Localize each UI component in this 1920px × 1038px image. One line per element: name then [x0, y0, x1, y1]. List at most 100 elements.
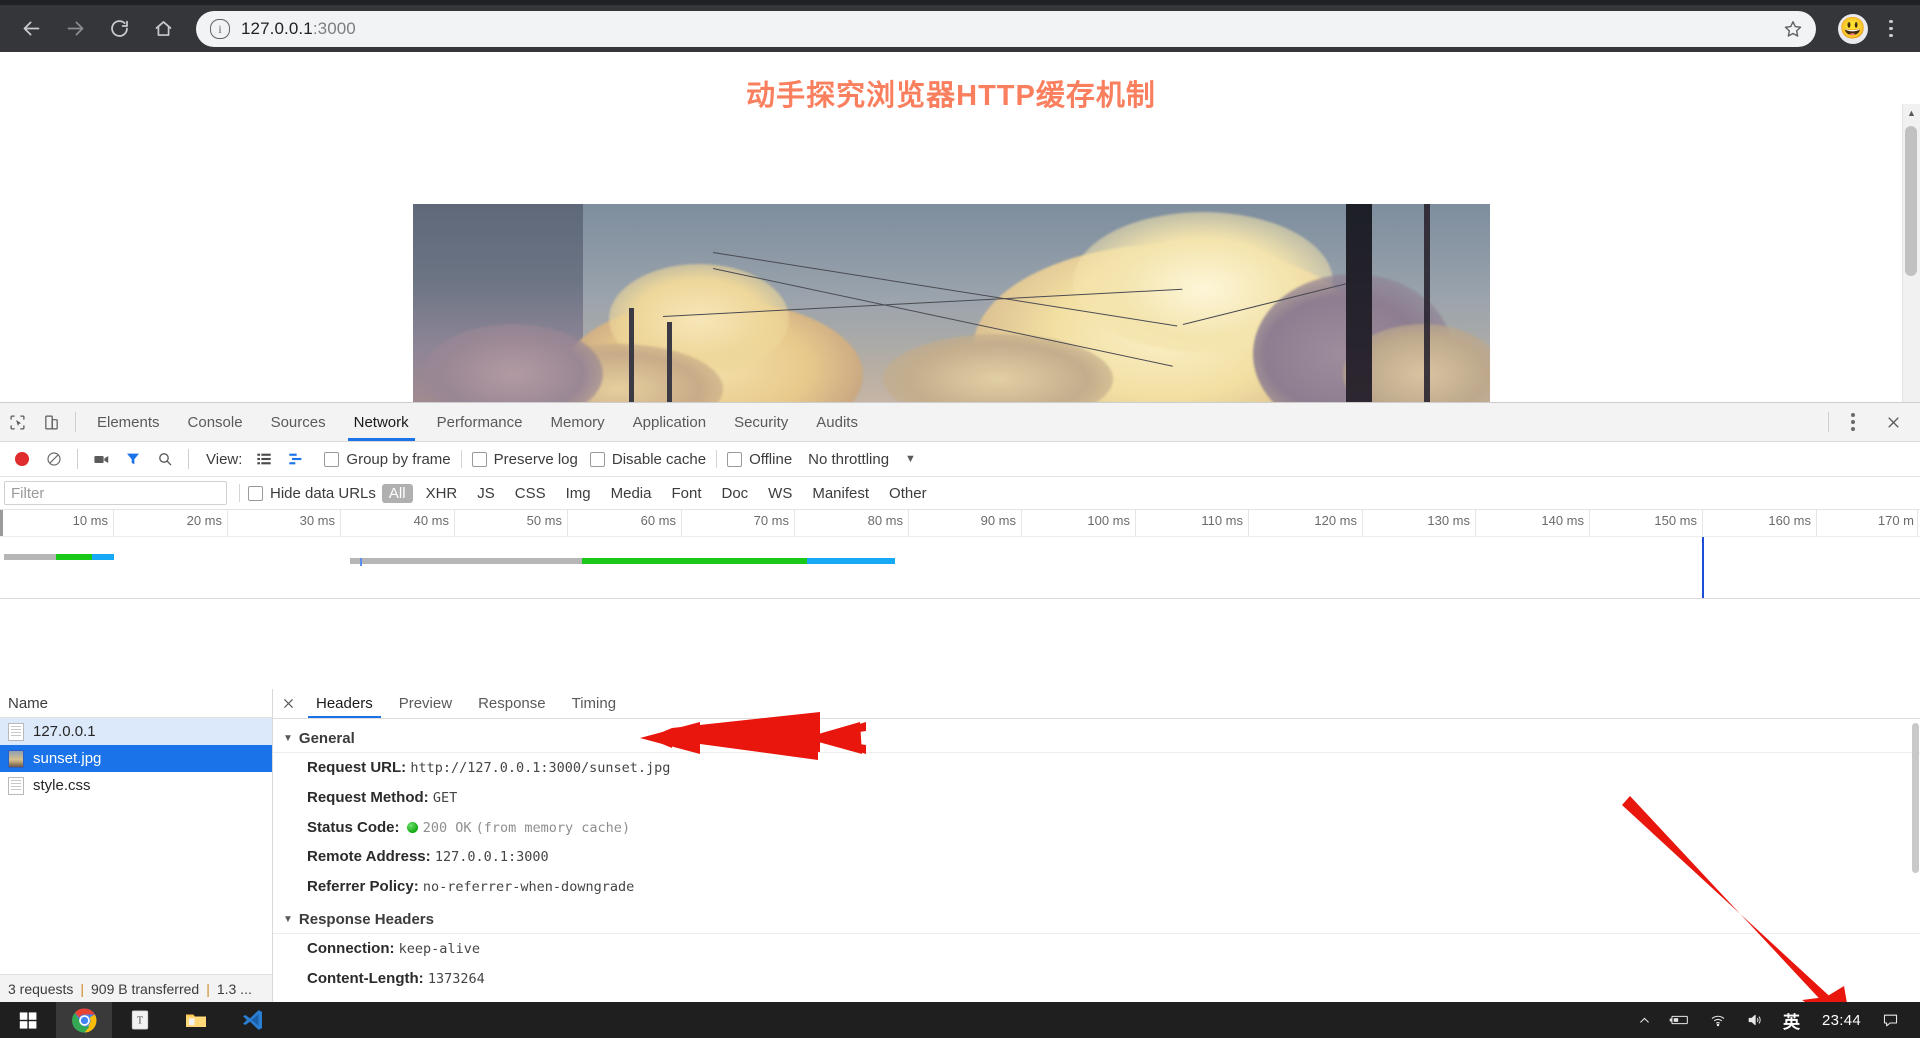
- profile-avatar-icon[interactable]: 😃: [1838, 13, 1868, 44]
- type-filter-css[interactable]: CSS: [508, 484, 553, 503]
- preserve-log-box[interactable]: [471, 451, 487, 467]
- home-icon[interactable]: [144, 10, 182, 48]
- group-by-frame-checkbox[interactable]: Group by frame: [324, 451, 451, 468]
- taskbar-chrome[interactable]: [56, 1002, 112, 1038]
- hide-data-urls-box[interactable]: [248, 485, 263, 501]
- type-filter-other[interactable]: Other: [882, 484, 934, 503]
- type-filter-doc[interactable]: Doc: [714, 484, 755, 503]
- network-filter-bar: Filter Hide data URLs All XHR JS CSS Img…: [0, 477, 1920, 510]
- tab-elements[interactable]: Elements: [83, 404, 174, 441]
- detail-tab-preview[interactable]: Preview: [386, 689, 465, 718]
- tab-sources[interactable]: Sources: [257, 404, 340, 441]
- section-response-headers[interactable]: ▼ Response Headers: [273, 906, 1920, 934]
- type-filter-ws[interactable]: WS: [761, 484, 799, 503]
- hide-data-urls-checkbox[interactable]: Hide data URLs: [248, 485, 376, 502]
- header-key: Content-Length:: [307, 969, 424, 987]
- inspect-element-icon[interactable]: [0, 405, 34, 439]
- request-row-127[interactable]: 127.0.0.1: [0, 718, 272, 745]
- page-title: 动手探究浏览器HTTP缓存机制: [746, 80, 1156, 112]
- header-row-request-method: Request Method: GET: [273, 783, 1920, 813]
- search-icon[interactable]: [149, 444, 181, 474]
- disable-cache-box[interactable]: [589, 451, 605, 467]
- type-filter-xhr[interactable]: XHR: [419, 484, 465, 503]
- request-detail-tabs: Headers Preview Response Timing: [273, 689, 1920, 719]
- detail-tab-timing[interactable]: Timing: [559, 689, 629, 718]
- tab-console[interactable]: Console: [174, 404, 257, 441]
- list-view-icon[interactable]: [248, 444, 280, 474]
- disable-cache-checkbox[interactable]: Disable cache: [589, 451, 706, 468]
- header-value[interactable]: http://127.0.0.1:3000/sunset.jpg: [410, 760, 670, 776]
- section-response-headers-title: Response Headers: [298, 910, 434, 928]
- taskbar-typora[interactable]: T: [112, 1002, 168, 1038]
- clear-network-log-icon[interactable]: [38, 444, 70, 474]
- section-general[interactable]: ▼ General: [273, 725, 1920, 753]
- offline-checkbox[interactable]: Offline: [727, 451, 792, 468]
- devtools-more-icon[interactable]: [1836, 403, 1870, 441]
- type-filter-manifest[interactable]: Manifest: [805, 484, 876, 503]
- close-detail-icon[interactable]: [273, 690, 303, 718]
- throttling-select[interactable]: No throttling: [808, 451, 889, 468]
- offline-box[interactable]: [727, 451, 743, 467]
- type-filter-all[interactable]: All: [381, 483, 413, 503]
- tab-application[interactable]: Application: [619, 404, 720, 441]
- devtools-close-icon[interactable]: [1876, 405, 1910, 439]
- request-row-sunset[interactable]: sunset.jpg: [0, 745, 272, 772]
- preserve-log-checkbox[interactable]: Preserve log: [471, 451, 578, 468]
- type-filter-media[interactable]: Media: [604, 484, 659, 503]
- page-scrollbar-thumb[interactable]: [1905, 126, 1917, 276]
- reload-icon[interactable]: [100, 10, 138, 48]
- request-list-header[interactable]: Name: [0, 689, 272, 718]
- battery-icon[interactable]: [1660, 1002, 1700, 1038]
- volume-icon[interactable]: [1736, 1002, 1773, 1038]
- status-ok-dot-icon: [406, 821, 418, 833]
- tab-security[interactable]: Security: [720, 404, 802, 441]
- wifi-icon[interactable]: [1700, 1002, 1736, 1038]
- scroll-up-arrow-icon[interactable]: ▲: [1903, 104, 1920, 121]
- collapse-triangle-icon[interactable]: ▼: [283, 733, 293, 744]
- device-toolbar-icon[interactable]: [34, 405, 68, 439]
- tab-performance[interactable]: Performance: [423, 404, 537, 441]
- network-timeline-overview[interactable]: 10 ms 20 ms 30 ms 40 ms 50 ms 60 ms 70 m…: [0, 510, 1920, 599]
- detail-scrollbar[interactable]: [1911, 719, 1920, 1003]
- type-filter-js[interactable]: JS: [470, 484, 502, 503]
- filter-funnel-icon[interactable]: [117, 444, 149, 474]
- devtools-tabbar: Elements Console Sources Network Perform…: [0, 403, 1920, 442]
- detail-tab-response[interactable]: Response: [465, 689, 559, 718]
- info-circle-icon[interactable]: i: [210, 18, 230, 39]
- detail-tab-headers[interactable]: Headers: [303, 689, 386, 718]
- tray-expand-chevron-icon[interactable]: [1629, 1002, 1660, 1038]
- type-filter-font[interactable]: Font: [664, 484, 708, 503]
- header-value: 1373264: [427, 970, 485, 987]
- header-value: GET: [432, 789, 458, 806]
- tab-memory[interactable]: Memory: [537, 404, 619, 441]
- taskbar-clock[interactable]: 23:44: [1810, 1012, 1873, 1029]
- tab-network[interactable]: Network: [340, 404, 423, 441]
- taskbar-explorer[interactable]: [168, 1002, 224, 1038]
- header-key: Status Code:: [307, 818, 400, 836]
- three-dot-menu-icon[interactable]: [1874, 10, 1908, 48]
- type-filter-img[interactable]: Img: [559, 484, 598, 503]
- taskbar-vscode[interactable]: [224, 1002, 280, 1038]
- action-center-icon[interactable]: [1873, 1012, 1914, 1029]
- page-scrollbar[interactable]: ▲ ▼: [1902, 104, 1920, 402]
- bookmark-star-icon[interactable]: [1776, 12, 1810, 46]
- chevron-down-icon[interactable]: ▼: [905, 453, 916, 465]
- network-status-bar: 3 requests | 909 B transferred | 1.3 ...: [0, 974, 272, 1003]
- record-button-icon[interactable]: [6, 444, 38, 474]
- header-key: Remote Address:: [307, 848, 431, 866]
- waterfall-view-icon[interactable]: [280, 444, 312, 474]
- ime-indicator[interactable]: 英: [1773, 1008, 1810, 1033]
- address-bar[interactable]: i 127.0.0.1:3000: [196, 10, 1816, 47]
- group-by-frame-box[interactable]: [324, 451, 340, 467]
- back-arrow-icon[interactable]: [12, 10, 50, 48]
- view-label: View:: [206, 450, 243, 468]
- camera-icon[interactable]: [85, 444, 117, 474]
- start-button[interactable]: [0, 1002, 56, 1038]
- header-key: Request Method:: [307, 788, 429, 806]
- tab-audits[interactable]: Audits: [802, 404, 872, 441]
- request-row-style[interactable]: style.css: [0, 772, 272, 799]
- detail-scrollbar-thumb[interactable]: [1912, 723, 1919, 873]
- filter-input[interactable]: Filter: [4, 481, 227, 505]
- collapse-triangle-icon[interactable]: ▼: [283, 914, 293, 925]
- forward-arrow-icon[interactable]: [56, 10, 94, 48]
